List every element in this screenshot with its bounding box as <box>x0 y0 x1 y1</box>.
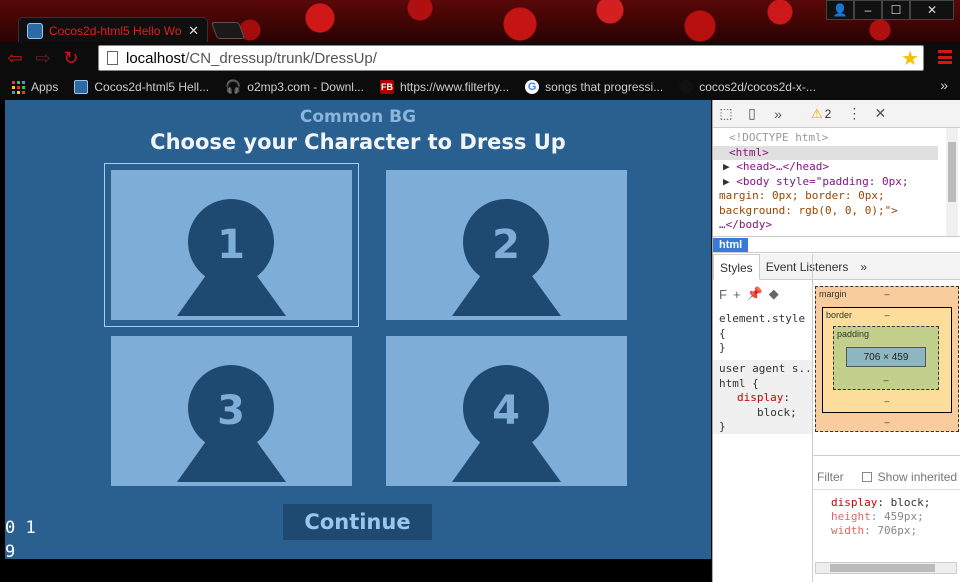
dom-html-node[interactable]: <html> <box>713 145 938 160</box>
browser-titlebar: Cocos2d-html5 Hello Wo ✕ 👤 – ☐ ✕ <box>0 0 960 43</box>
character-card-4[interactable]: 4 <box>386 336 627 486</box>
toggle-element-state-icon[interactable]: ◆ <box>769 286 779 302</box>
computed-filter-row: Filter Show inherited <box>813 464 960 490</box>
character-silhouette-icon: 3 <box>177 365 286 482</box>
bookmark-o2mp3[interactable]: 🎧 o2mp3.com - Downl... <box>217 79 372 95</box>
warning-icon: ⚠ <box>811 105 823 121</box>
page-icon <box>107 51 118 65</box>
maximize-button[interactable]: ☐ <box>882 0 910 20</box>
styles-filter-row: F + 📌 ◆ <box>713 280 812 308</box>
bookmark-star-icon[interactable]: ★ <box>901 46 919 71</box>
device-mode-icon[interactable]: ▯ <box>739 101 765 127</box>
reload-icon[interactable]: ↻ <box>58 45 84 71</box>
box-content[interactable]: 706 × 459 <box>846 347 926 367</box>
computed-properties: display: block; height: 459px; width: 70… <box>813 490 960 538</box>
svg-text:1: 1 <box>217 222 245 268</box>
computed-hscrollbar[interactable] <box>815 562 957 574</box>
close-window-button[interactable]: ✕ <box>910 0 954 20</box>
dom-tree[interactable]: <!DOCTYPE html> <html> ▶ <head>…</head> … <box>713 128 960 236</box>
character-silhouette-icon: 4 <box>452 365 561 482</box>
character-card-3[interactable]: 3 <box>111 336 352 486</box>
inspect-element-icon[interactable]: ⬚ <box>713 101 739 127</box>
dom-body-close: …</body> <box>719 218 772 231</box>
bookmark-google[interactable]: G songs that progressi... <box>517 80 671 94</box>
user-agent-rule: user agent s... html { display: block; } <box>713 360 812 434</box>
styles-filter-input[interactable]: F <box>719 287 727 302</box>
box-border[interactable]: border – padding 706 × 459 – – <box>822 307 952 413</box>
show-inherited-checkbox[interactable] <box>861 471 872 482</box>
dom-body-attr-line-3: background: rgb(0, 0, 0);"> <box>719 203 898 217</box>
tabs-more[interactable]: » <box>854 254 873 280</box>
kebab-menu-icon[interactable]: ⋮ <box>841 101 867 127</box>
devtools-panel: ⬚ ▯ » ⚠ 2 ⋮ ✕ <!DOCTYPE html> <html> ▶ <… <box>712 100 960 582</box>
game-title: Choose your Character to Dress Up <box>150 130 566 154</box>
element-style-rule[interactable]: element.style { } <box>713 310 812 358</box>
bookmark-cocos[interactable]: Cocos2d-html5 Hell... <box>66 80 217 94</box>
styles-area: Styles Event Listeners » F + 📌 ◆ element… <box>713 253 960 582</box>
window-controls: 👤 – ☐ ✕ <box>826 0 954 20</box>
character-silhouette-icon: 1 <box>177 199 286 316</box>
apps-grid-icon <box>12 80 25 94</box>
game-subtitle: Common BG <box>299 107 417 127</box>
box-model-diagram: margin – border – padding 706 × 459 – – … <box>813 280 960 456</box>
profile-icon[interactable]: 👤 <box>826 0 854 20</box>
styles-pane: F + 📌 ◆ element.style { } user agent s..… <box>713 254 813 582</box>
computed-filter-input[interactable]: Filter <box>817 470 844 484</box>
minimize-button[interactable]: – <box>854 0 882 20</box>
cocos-favicon-icon <box>27 22 43 39</box>
back-arrow-icon[interactable]: ⇦ <box>2 45 28 71</box>
breadcrumb-html[interactable]: html <box>713 238 749 252</box>
box-padding[interactable]: padding 706 × 459 – <box>833 326 939 390</box>
game-canvas[interactable]: Common BG Choose your Character to Dress… <box>5 100 711 562</box>
more-panels-icon[interactable]: » <box>765 101 791 127</box>
url-text: localhost/CN_dressup/trunk/DressUp/ <box>126 49 377 67</box>
fps-line-1: 0 1 <box>5 518 36 538</box>
dom-scrollbar[interactable] <box>946 128 958 236</box>
box-margin[interactable]: margin – border – padding 706 × 459 – – … <box>815 286 959 432</box>
google-icon: G <box>525 80 540 94</box>
svg-text:2: 2 <box>492 222 520 268</box>
fb-icon: FB <box>379 80 394 94</box>
character-silhouette-icon: 2 <box>452 199 561 316</box>
character-card-2[interactable]: 2 <box>386 170 627 320</box>
address-bar[interactable]: localhost/CN_dressup/trunk/DressUp/ ★ <box>98 45 924 71</box>
character-card-1[interactable]: 1 <box>104 163 359 327</box>
browser-tab[interactable]: Cocos2d-html5 Hello Wo ✕ <box>18 17 208 43</box>
new-tab-button[interactable] <box>210 22 246 39</box>
dom-doctype[interactable]: <!DOCTYPE html> <box>719 131 960 146</box>
dom-body-node[interactable]: ▶ <body style="padding: 0px; <box>719 175 960 190</box>
fps-stats: 0 1 9 <box>5 516 45 564</box>
continue-button[interactable]: Continue <box>283 504 432 540</box>
computed-prop-height[interactable]: height: 459px; <box>831 510 960 524</box>
bookmarks-bar: Apps Cocos2d-html5 Hell... 🎧 o2mp3.com -… <box>0 74 960 100</box>
dom-body-attr-line-2: margin: 0px; border: 0px; <box>719 189 885 202</box>
breadcrumb: html <box>713 236 960 253</box>
pin-icon[interactable]: 📌 <box>747 286 763 302</box>
cocos-icon <box>74 80 89 94</box>
close-devtools-icon[interactable]: ✕ <box>867 101 893 127</box>
bookmark-github[interactable]: cocos2d/cocos2d-x-... <box>671 80 824 94</box>
forward-arrow-icon[interactable]: ⇨ <box>30 45 56 71</box>
show-inherited-label: Show inherited <box>877 469 958 484</box>
browser-toolbar: ⇦ ⇨ ↻ localhost/CN_dressup/trunk/DressUp… <box>0 42 960 74</box>
bookmark-filterby[interactable]: FB https://www.filterby... <box>372 80 517 94</box>
devtools-toolbar: ⬚ ▯ » ⚠ 2 ⋮ ✕ <box>713 100 960 128</box>
tab-title: Cocos2d-html5 Hello Wo <box>49 23 182 38</box>
dom-head-node[interactable]: ▶ <head>…</head> <box>719 160 960 175</box>
svg-text:4: 4 <box>492 388 520 434</box>
computed-prop-display[interactable]: display: block; <box>831 496 960 510</box>
svg-text:3: 3 <box>217 388 245 434</box>
tab-close-icon[interactable]: ✕ <box>188 23 199 39</box>
bookmark-apps[interactable]: Apps <box>0 80 66 94</box>
bookmarks-more-icon[interactable]: » <box>940 77 948 93</box>
warning-counter[interactable]: ⚠ 2 <box>811 106 831 122</box>
headphones-icon: 🎧 <box>225 79 242 94</box>
page-bottom-strip <box>0 559 711 582</box>
computed-prop-width[interactable]: width: 706px; <box>831 524 960 538</box>
github-icon <box>679 80 694 94</box>
new-rule-icon[interactable]: + <box>733 287 741 302</box>
browser-menu-icon[interactable] <box>938 50 952 64</box>
